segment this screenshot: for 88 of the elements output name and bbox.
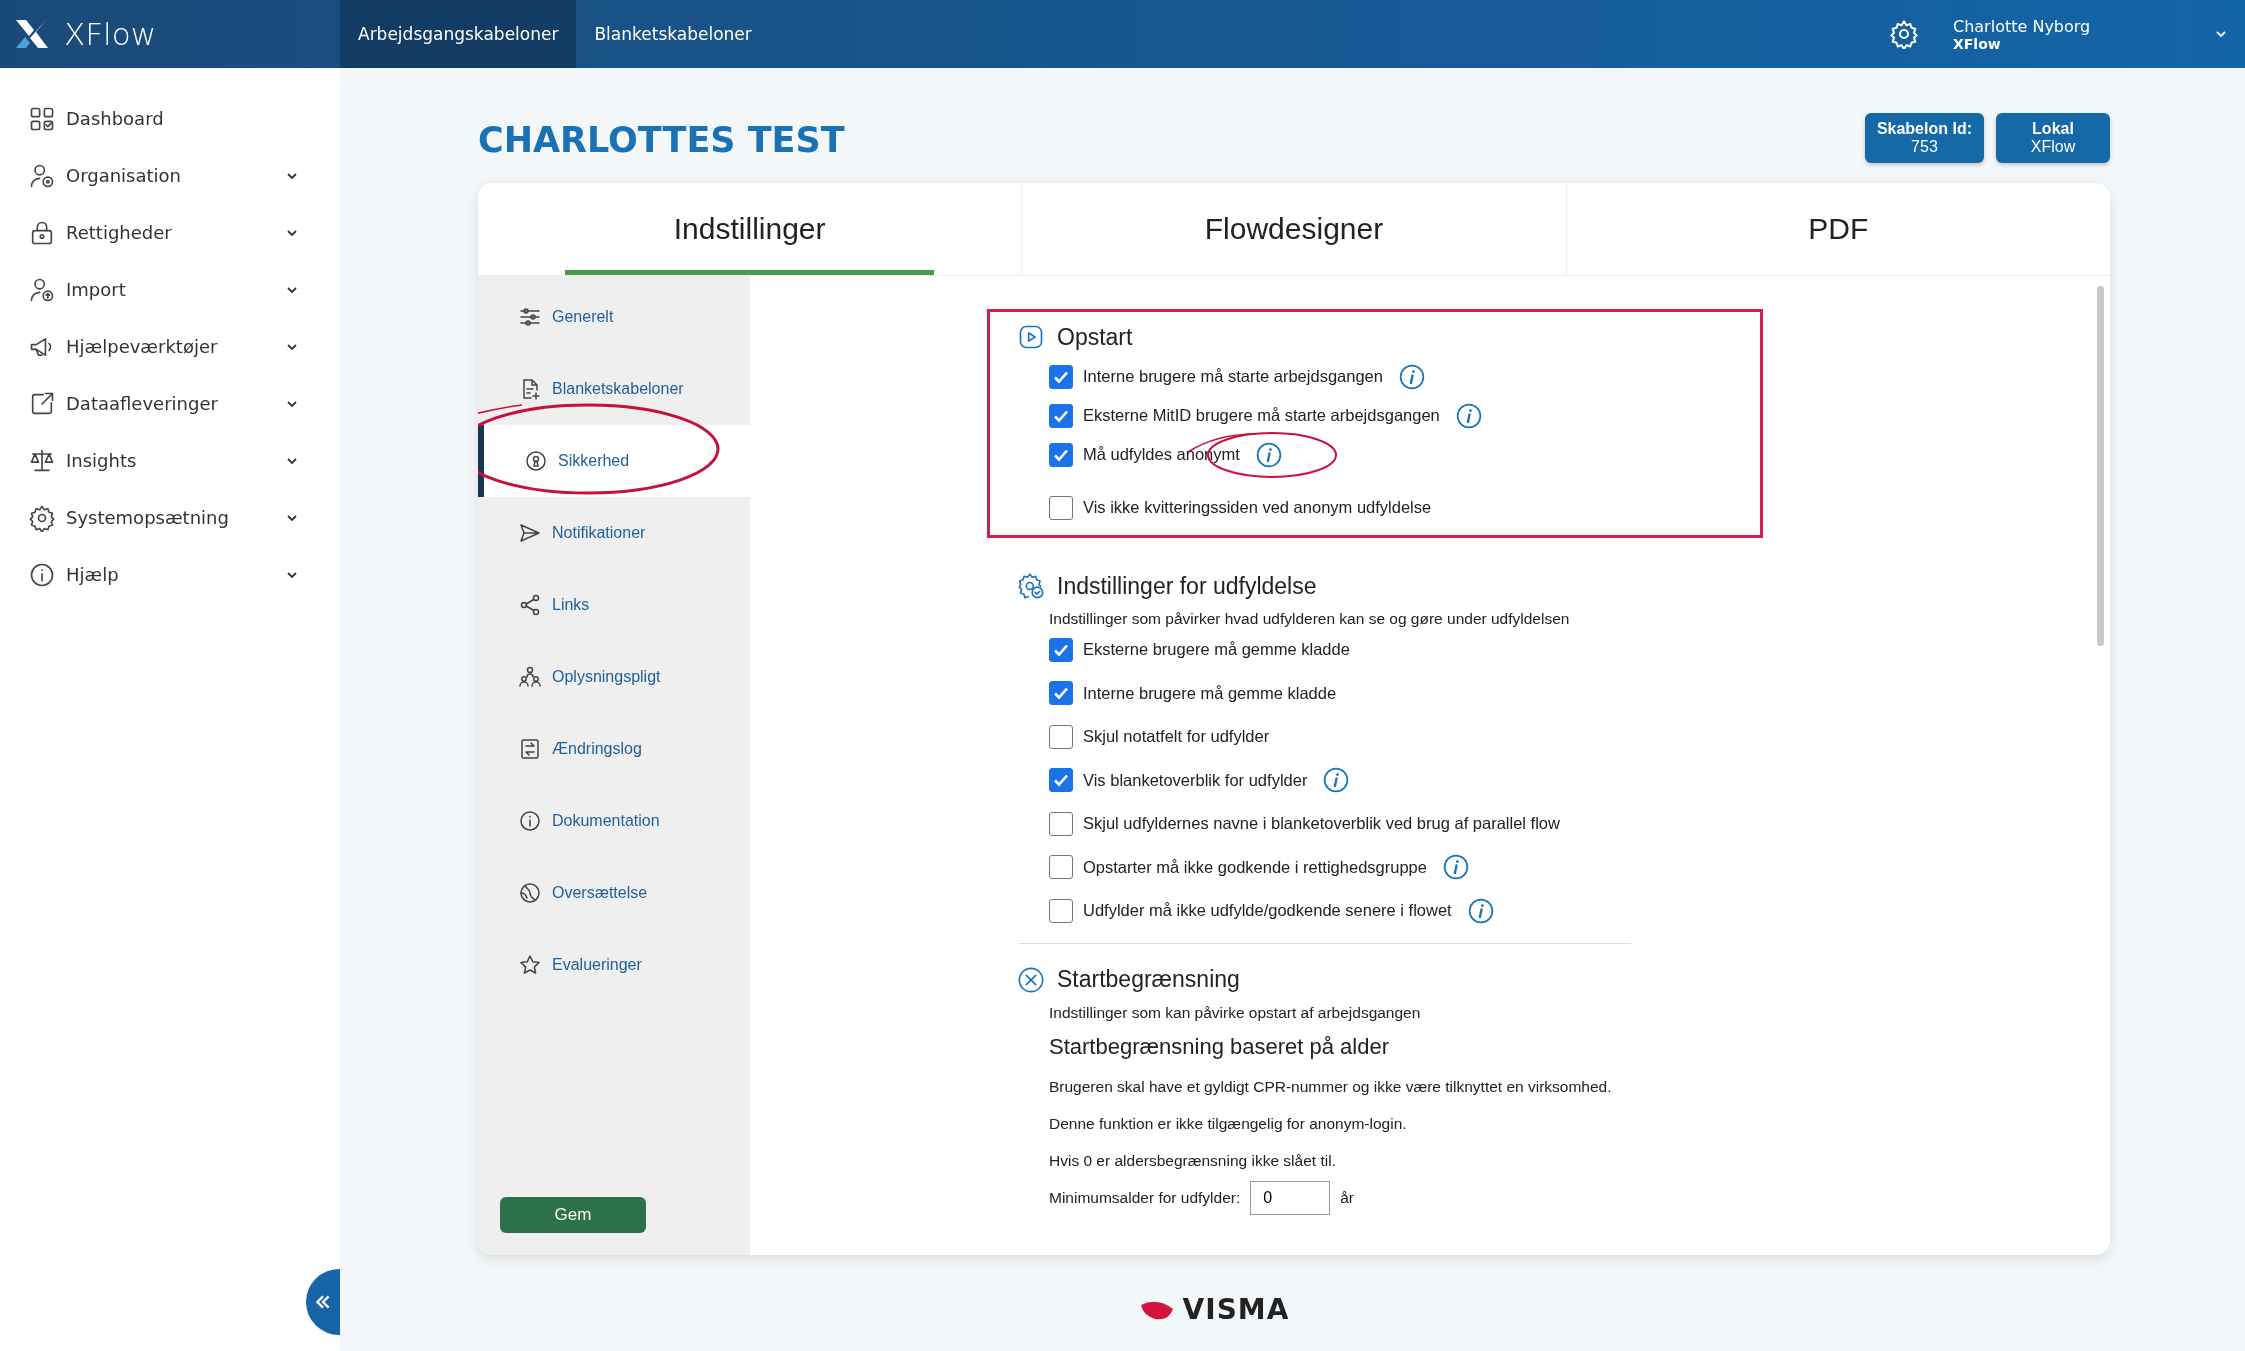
sidebar-item[interactable]: Import xyxy=(0,261,340,318)
close-circle-icon xyxy=(1017,965,1045,994)
checkbox[interactable] xyxy=(1049,811,1073,836)
checkbox[interactable] xyxy=(1049,898,1073,923)
info-icon xyxy=(518,809,542,833)
settings-nav-item[interactable]: Oplysningspligt xyxy=(478,641,750,713)
settings-nav-item[interactable]: Evalueringer xyxy=(478,929,750,1001)
logo-text: XFlow xyxy=(64,16,156,52)
settings-nav-item[interactable]: Dokumentation xyxy=(478,785,750,857)
paragraph: Brugeren skal have et gyldigt CPR-nummer og ikke være tilknyttet en virksomhed. xyxy=(1049,1076,1613,1097)
settings-nav-item[interactable]: Links xyxy=(478,569,750,641)
info-icon[interactable] xyxy=(1323,767,1350,794)
settings-nav-item[interactable]: Oversættelse xyxy=(478,857,750,929)
checkbox-label: Eksterne MitID brugere må starte arbejdsgangen xyxy=(1083,406,1440,425)
checkbox[interactable] xyxy=(1049,724,1073,749)
info-icon[interactable] xyxy=(1467,897,1494,924)
star-icon xyxy=(518,953,542,977)
checkbox[interactable] xyxy=(1049,403,1073,428)
section-description: Indstillinger som påvirker hvad udfylderen kan se og gøre under udfyldelsen xyxy=(1049,610,1571,628)
info-icon[interactable] xyxy=(1255,441,1282,468)
sidebar-item[interactable]: Rettigheder xyxy=(0,204,340,261)
swap-document-icon xyxy=(518,737,542,761)
checkbox-label: Interne brugere må starte arbejdsgangen xyxy=(1083,367,1383,386)
user-name: Charlotte Nyborg xyxy=(1953,16,2092,36)
footer-logo: VISMA xyxy=(1182,1293,1290,1326)
settings-nav-item[interactable]: Sikkerhed xyxy=(478,425,750,497)
field-label: Minimumsalder for udfylder: xyxy=(1049,1188,1241,1207)
tab[interactable]: PDF xyxy=(1566,183,2110,275)
settings-nav-item[interactable]: Generelt xyxy=(478,281,750,353)
nav-tab[interactable]: Blanketskabeloner xyxy=(576,0,770,68)
sidebar-item[interactable]: Dataafleveringer xyxy=(0,375,340,432)
info-icon[interactable] xyxy=(1398,363,1425,390)
section-title: Startbegrænsning xyxy=(1057,966,1240,993)
sidebar-item[interactable]: Hjælpeværktøjer xyxy=(0,318,340,375)
checkbox[interactable] xyxy=(1049,855,1073,880)
scrollbar[interactable] xyxy=(2097,286,2104,646)
checkbox[interactable] xyxy=(1049,442,1073,467)
checkbox-label: Vis ikke kvitteringssiden ved anonym udfyldelse xyxy=(1083,498,1432,517)
settings-nav-item[interactable]: Blanketskabeloner xyxy=(478,353,750,425)
tab[interactable]: Flowdesigner xyxy=(1022,183,1567,275)
sidebar-item[interactable]: Insights xyxy=(0,432,340,489)
checkbox[interactable] xyxy=(1049,495,1073,520)
sidebar-item[interactable]: Systemopsætning xyxy=(0,489,340,546)
sidebar-item[interactable]: Organisation xyxy=(0,147,340,204)
send-icon xyxy=(518,521,542,545)
info-badge: Skabelon Id: 753 xyxy=(1864,113,1984,163)
double-chevron-left-icon xyxy=(314,1293,332,1311)
paragraph: Hvis 0 er aldersbegrænsning ikke slået til. xyxy=(1049,1150,1337,1171)
sliders-icon xyxy=(518,305,542,329)
settings-icon[interactable] xyxy=(1889,19,1919,49)
page-title: CHARLOTTES TEST xyxy=(478,120,846,160)
share-icon xyxy=(518,593,542,617)
checkbox[interactable] xyxy=(1049,681,1073,706)
settings-nav-item[interactable]: Ændringslog xyxy=(478,713,750,785)
gear-check-icon xyxy=(1017,572,1045,600)
globe-icon xyxy=(518,881,542,905)
checkbox-label: Udfylder må ikke udfylde/godkende senere i flowet xyxy=(1083,901,1452,921)
unit-label: år xyxy=(1340,1188,1355,1207)
user-organization: XFlow xyxy=(1953,35,2002,52)
checkbox-label: Eksterne brugere må gemme kladde xyxy=(1083,640,1350,660)
paragraph: Denne funktion er ikke tilgængelig for anonym-login. xyxy=(1049,1113,1408,1134)
sidebar-item[interactable]: Dashboard xyxy=(0,90,340,147)
checkbox[interactable] xyxy=(1049,364,1073,389)
settings-nav-item[interactable]: Notifikationer xyxy=(478,497,750,569)
nav-tab[interactable]: Arbejdsgangskabeloner xyxy=(340,0,577,68)
checkbox-label: Opstarter må ikke godkende i rettighedsgruppe xyxy=(1083,857,1427,877)
sidebar-item[interactable]: Hjælp xyxy=(0,546,340,603)
keyhole-icon xyxy=(524,449,548,473)
info-icon[interactable] xyxy=(1455,402,1482,429)
save-button[interactable]: Gem xyxy=(500,1197,646,1233)
checkbox-label: Vis blanketoverblik for udfylder xyxy=(1083,770,1308,790)
people-icon xyxy=(518,665,542,689)
info-icon[interactable] xyxy=(1442,854,1469,881)
input-field[interactable]: 0 xyxy=(1250,1180,1331,1215)
collapse-sidebar-button[interactable] xyxy=(306,1269,340,1335)
checkbox-label: Skjul udfyldernes navne i blanketoverblik ved brug af parallel flow xyxy=(1083,814,1560,834)
tab[interactable]: Indstillinger xyxy=(478,183,1023,275)
section-title: Indstillinger for udfyldelse xyxy=(1057,572,1317,600)
checkbox[interactable] xyxy=(1049,637,1073,662)
settings-icon xyxy=(28,503,56,532)
subsection-title: Startbegrænsning baseret på alder xyxy=(1049,1033,1390,1060)
checkbox-label: Interne brugere må gemme kladde xyxy=(1083,683,1337,703)
play-icon xyxy=(1017,323,1045,351)
section-description: Indstillinger som kan påvirke opstart af arbejdsgangen xyxy=(1049,1003,1422,1022)
checkbox-label: Skjul notatfelt for udfylder xyxy=(1083,727,1270,747)
section-title: Opstart xyxy=(1057,323,1133,351)
info-badge: Lokal XFlow xyxy=(1996,113,2110,163)
checkbox[interactable] xyxy=(1049,768,1073,793)
